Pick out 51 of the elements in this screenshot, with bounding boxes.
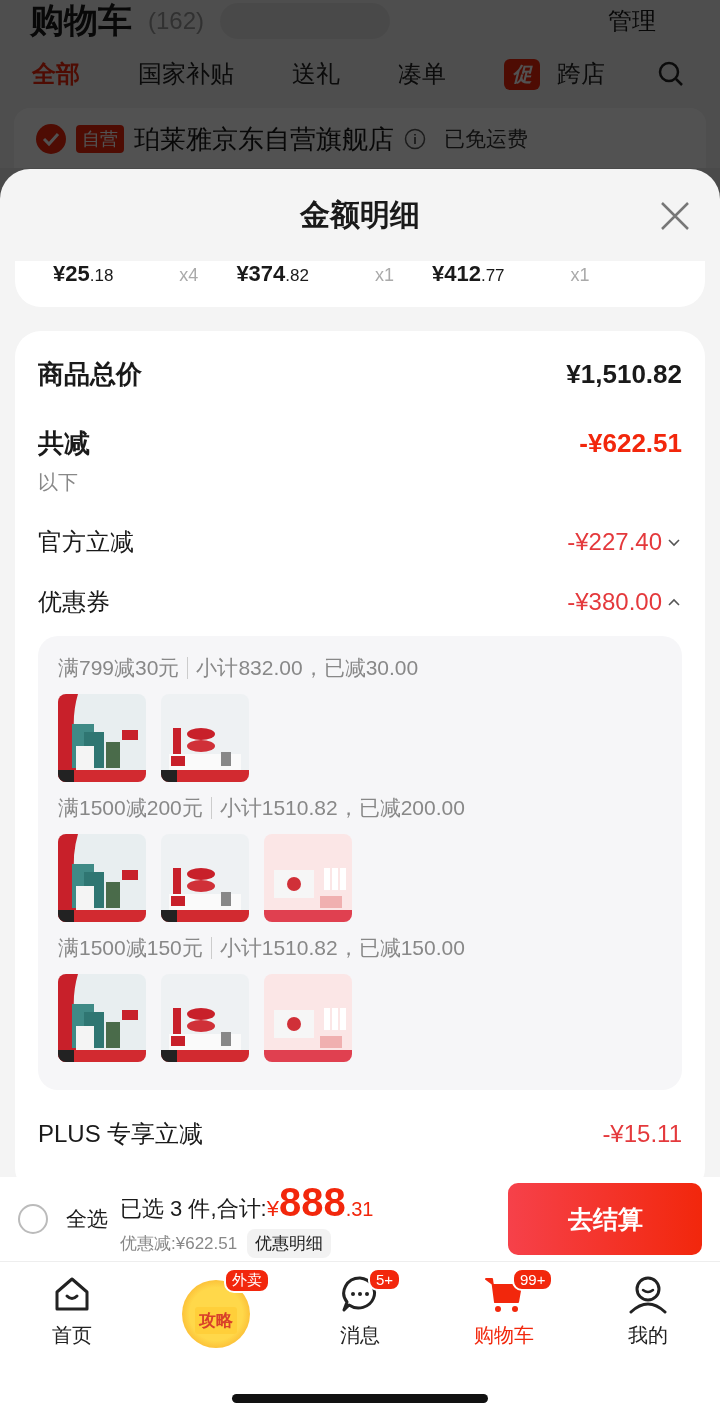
coupon-rule: 满1500减200元 [58,795,203,821]
person-icon [628,1274,668,1314]
self-operated-tag: 自营 [76,125,124,153]
item-quantity: x1 [374,265,394,286]
item-price: ¥25.18 [53,261,114,287]
promo-tag: 促 [504,58,540,90]
page-title: 购物车 [30,0,132,41]
reduction-amount: -¥622.51 [579,428,682,459]
count-badge: 外卖 [224,1268,270,1293]
store-name[interactable]: 珀莱雅京东自营旗舰店 [134,121,394,157]
close-icon[interactable] [660,201,690,231]
reduction-label: 共减 [38,427,90,460]
discount-amount: -¥227.40 [567,528,662,556]
total-price: ¥888.31 [266,1180,374,1225]
filter-tab[interactable]: 凑单 [398,58,446,90]
count-badge: 5+ [368,1268,402,1291]
nav-tab[interactable]: 我的 [576,1274,720,1350]
coupon-rule: 满1500减150元 [58,935,203,961]
discount-amount: -¥15.11 [602,1120,682,1148]
discount-label: PLUS 专享立减 [38,1119,204,1149]
checkout-button[interactable]: 去结算 [508,1183,702,1255]
count-badge: 99+ [512,1268,554,1291]
search-icon[interactable] [658,61,684,87]
total-amount: ¥1,510.82 [566,359,682,390]
shipping-status: 已免运费 [444,126,528,152]
reduction-note: 以下 [38,470,79,495]
info-icon[interactable] [404,128,426,150]
filter-tab[interactable]: 跨店 [552,58,610,90]
item-price: ¥412.77 [432,261,505,287]
select-all-checkbox[interactable] [18,1204,48,1234]
discount-total: 优惠减:¥622.51 [120,1233,238,1255]
coupon-subtotal: 小计1510.82，已减200.00 [219,795,465,821]
store-checkbox[interactable] [36,124,66,154]
discount-amount: -¥380.00 [567,588,662,616]
discount-detail-button[interactable]: 优惠明细 [247,1229,332,1258]
filter-tab[interactable]: 送礼 [292,58,340,90]
coupon-rule: 满799减30元 [58,655,180,681]
sheet-title: 金额明细 [300,196,420,233]
nav-tab[interactable]: 首页 [0,1274,144,1350]
discount-label: 优惠券 [38,587,110,617]
item-quantity: x1 [570,265,590,286]
filter-tab[interactable]: 国家补贴 [138,58,234,90]
selected-summary: 已选 3 件,合计: [120,1195,267,1223]
manage-link[interactable]: 管理 [608,5,656,37]
item-quantity: x4 [179,265,199,286]
total-label: 商品总价 [38,358,142,391]
select-all-label[interactable]: 全选 [66,1205,108,1233]
coupon-subtotal: 小计1510.82，已减150.00 [219,935,465,961]
item-price: ¥374.82 [236,261,309,287]
coupon-subtotal: 小计832.00，已减30.00 [196,655,419,681]
discount-label: 官方立减 [38,527,134,557]
